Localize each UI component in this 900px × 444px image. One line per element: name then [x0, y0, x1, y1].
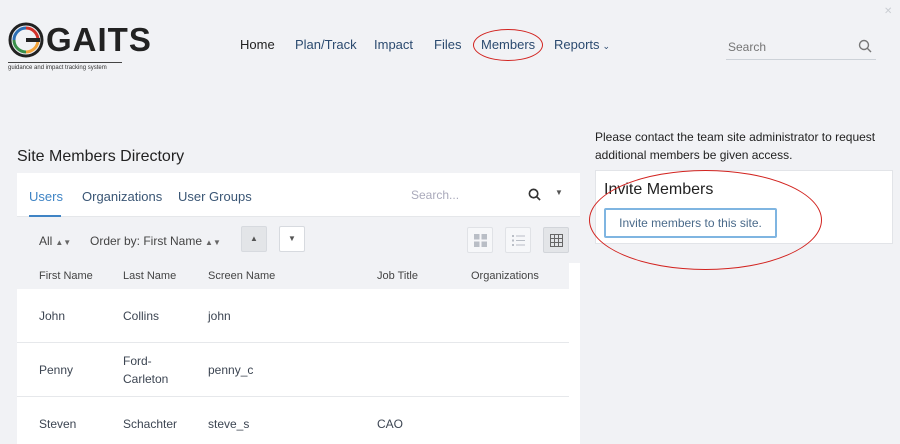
list-view-button[interactable]: [505, 227, 531, 253]
tab-organizations[interactable]: Organizations: [82, 189, 162, 204]
list-icon: [512, 235, 525, 246]
sort-arrows-icon: ▲▼: [55, 238, 72, 247]
table-icon: [550, 234, 563, 247]
grid-icon: [474, 234, 487, 247]
invite-members-button[interactable]: Invite members to this site.: [604, 208, 777, 238]
cell-job-title: CAO: [377, 417, 404, 431]
search-icon[interactable]: [858, 39, 872, 53]
filter-label: All: [39, 234, 53, 248]
invite-members-title: Invite Members: [604, 181, 714, 198]
invite-members-panel: Invite Members Invite members to this si…: [595, 170, 893, 244]
search-input[interactable]: [726, 36, 846, 58]
nav-files[interactable]: Files: [434, 37, 461, 52]
gaits-logo[interactable]: GAITS guidance and impact tracking syste…: [8, 22, 151, 74]
nav-impact[interactable]: Impact: [374, 37, 413, 52]
close-icon[interactable]: ✕: [884, 6, 892, 17]
nav-plan-track[interactable]: Plan/Track: [295, 37, 357, 52]
sort-descending-button[interactable]: ▼: [279, 226, 305, 252]
table-view-button[interactable]: [543, 227, 569, 253]
table-row[interactable]: Penny Ford- Carleton penny_c: [17, 343, 569, 397]
column-header-first-name[interactable]: First Name: [39, 270, 93, 282]
global-search: [726, 36, 876, 60]
order-by-dropdown[interactable]: Order by: First Name ▲▼: [90, 234, 221, 248]
management-toolbar: All ▲▼ Order by: First Name ▲▼ ▲ ▼: [0, 217, 580, 263]
table-row[interactable]: John Collins john: [17, 289, 569, 343]
page-title: Site Members Directory: [17, 148, 185, 165]
sort-ascending-button[interactable]: ▲: [241, 226, 267, 252]
logo-rings-icon: [8, 22, 44, 58]
column-header-last-name[interactable]: Last Name: [123, 270, 176, 282]
chevron-down-icon: ⌄: [602, 41, 611, 51]
tab-users[interactable]: Users: [29, 189, 63, 204]
cell-last-name: Schachter: [123, 417, 178, 431]
table-header: First Name Last Name Screen Name Job Tit…: [17, 263, 569, 289]
logo-wordmark: GAITS: [46, 21, 152, 58]
filter-dropdown[interactable]: All ▲▼: [39, 234, 71, 248]
cell-screen-name: john: [208, 309, 231, 323]
nav-reports-label: Reports: [554, 37, 600, 52]
cell-first-name: John: [39, 309, 66, 323]
nav-home[interactable]: Home: [240, 37, 275, 52]
tab-user-groups[interactable]: User Groups: [178, 189, 252, 204]
members-highlight-circle: [473, 29, 543, 61]
search-icon[interactable]: [528, 188, 541, 201]
directory-tabs: Users Organizations User Groups Search..…: [17, 173, 580, 217]
logo-tagline: guidance and impact tracking system: [8, 65, 107, 71]
cell-screen-name: penny_c: [208, 363, 254, 377]
column-header-organizations[interactable]: Organizations: [471, 270, 539, 282]
column-header-screen-name[interactable]: Screen Name: [208, 270, 275, 282]
logo-divider: [8, 62, 122, 63]
caret-down-icon[interactable]: ▼: [555, 188, 563, 197]
cell-first-name: Steven: [39, 417, 77, 431]
cell-last-name: Ford- Carleton: [123, 354, 169, 386]
directory-search-input[interactable]: Search...: [411, 188, 459, 202]
cell-last-name: Collins: [123, 309, 160, 323]
cell-first-name: Penny: [39, 363, 74, 377]
table-row[interactable]: Steven Schachter steve_s CAO: [17, 397, 569, 444]
cell-screen-name: steve_s: [208, 417, 250, 431]
sort-arrows-icon: ▲▼: [205, 238, 221, 247]
nav-reports[interactable]: Reports ⌄: [554, 37, 610, 52]
order-by-label: Order by: First Name: [90, 234, 203, 248]
members-table: John Collins john Penny Ford- Carleton p…: [17, 289, 569, 444]
column-header-job-title[interactable]: Job Title: [377, 270, 418, 282]
access-notice: Please contact the team site administrat…: [595, 130, 876, 162]
card-view-button[interactable]: [467, 227, 493, 253]
